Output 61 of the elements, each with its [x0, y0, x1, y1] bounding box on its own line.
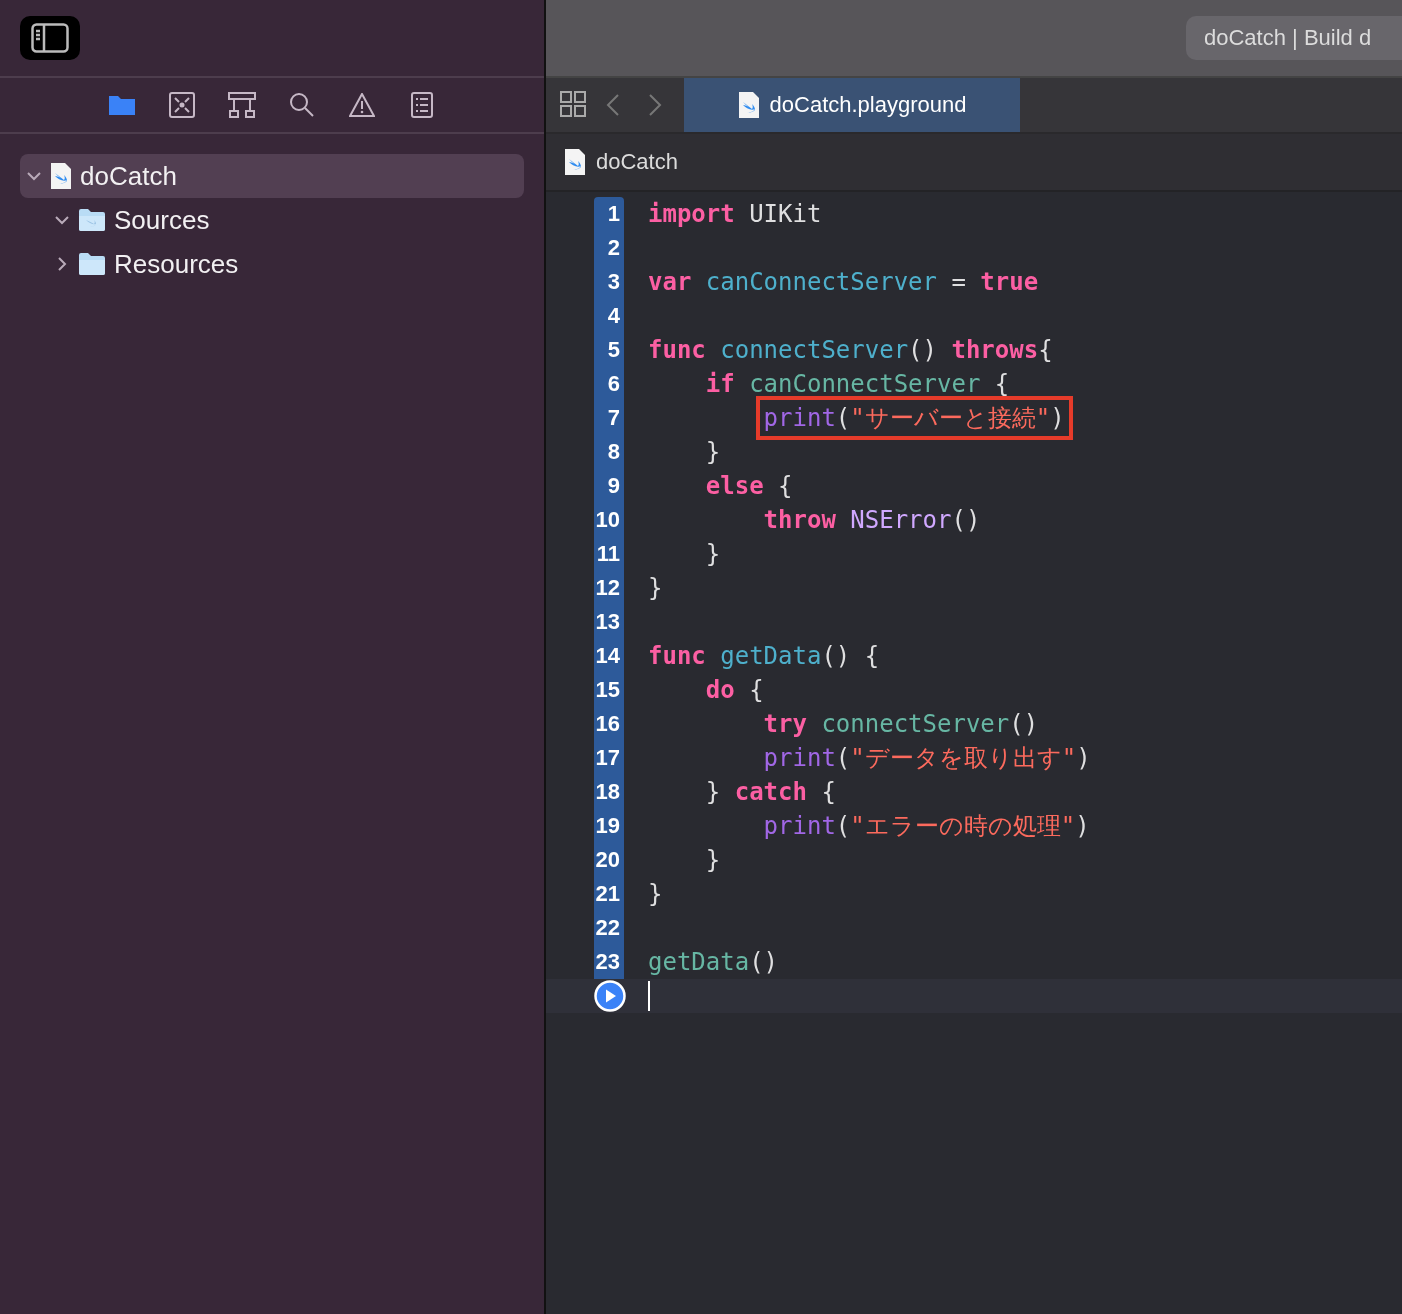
code-line: print("エラーの時の処理") — [762, 811, 1091, 842]
activity-view: doCatch | Build d — [1186, 16, 1402, 60]
tree-item-label: Resources — [114, 248, 239, 280]
line-number: 8 — [607, 439, 621, 465]
swift-file-icon — [737, 91, 760, 119]
line-number: 6 — [607, 371, 621, 397]
code-line: print("データを取り出す") — [762, 743, 1092, 774]
line-number: 10 — [595, 507, 621, 533]
code-line: do { — [704, 675, 765, 706]
sidebar-toggle-button[interactable] — [20, 16, 80, 60]
line-number: 9 — [607, 473, 621, 499]
breadcrumb-item[interactable]: doCatch — [596, 149, 678, 175]
line-number: 5 — [607, 337, 621, 363]
line-number: 2 — [607, 235, 621, 261]
code-line: } — [704, 539, 722, 570]
code-line: getData() — [647, 947, 780, 978]
line-number: 13 — [595, 609, 621, 635]
line-number: 17 — [595, 745, 621, 771]
tree-item[interactable]: Sources — [20, 198, 524, 242]
line-number: 16 — [595, 711, 621, 737]
editor-tab[interactable]: doCatch.playground — [684, 78, 1020, 132]
tree-item-label: Sources — [114, 204, 210, 236]
text-cursor — [648, 981, 650, 1011]
swift-file-icon — [564, 148, 586, 176]
code-line: func connectServer() throws{ — [647, 335, 1054, 366]
code-line: var canConnectServer = true — [647, 267, 1040, 298]
line-number: 21 — [595, 881, 621, 907]
play-button-icon[interactable] — [594, 980, 626, 1012]
sidebar-icon — [31, 23, 69, 53]
grid-icon[interactable] — [560, 91, 588, 119]
line-number: 12 — [595, 575, 621, 601]
swift-file-icon — [50, 162, 72, 190]
tree-item[interactable]: doCatch — [20, 154, 524, 198]
line-number: 3 — [607, 269, 621, 295]
code-line: } catch { — [704, 777, 837, 808]
code-line: } — [647, 573, 664, 604]
swift-folder-icon — [78, 208, 106, 232]
code-line: func getData() { — [647, 641, 881, 672]
back-icon[interactable] — [606, 93, 620, 117]
code-line: try connectServer() — [762, 709, 1040, 740]
line-number: 19 — [595, 813, 621, 839]
line-number: 15 — [595, 677, 621, 703]
line-number: 14 — [595, 643, 621, 669]
tree-item-label: doCatch — [80, 160, 177, 192]
line-number: 7 — [607, 405, 621, 431]
line-number: 22 — [595, 915, 621, 941]
line-number: 1 — [607, 201, 621, 227]
line-number: 18 — [595, 779, 621, 805]
forward-icon[interactable] — [648, 93, 662, 117]
line-number: 4 — [607, 303, 621, 329]
code-line: else { — [704, 471, 794, 502]
line-number: 11 — [596, 541, 621, 567]
code-line: import UIKit — [647, 199, 823, 230]
code-line: } — [704, 437, 722, 468]
line-number: 20 — [595, 847, 621, 873]
code-line: } — [704, 845, 722, 876]
line-number: 23 — [595, 949, 621, 975]
tree-item[interactable]: Resources — [20, 242, 524, 286]
code-line: throw NSError() — [762, 505, 982, 536]
folder-icon — [78, 252, 106, 276]
code-line: } — [647, 879, 664, 910]
